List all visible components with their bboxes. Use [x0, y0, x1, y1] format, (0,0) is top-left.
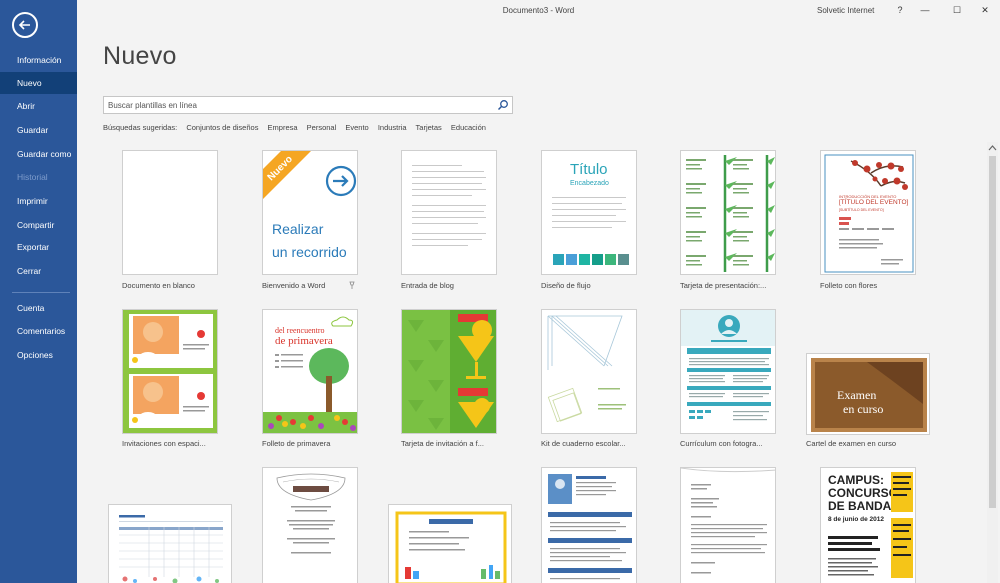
- template-letter[interactable]: [680, 467, 776, 583]
- band-contest-art: [828, 472, 913, 578]
- template-label: Kit de cuaderno escolar...: [541, 439, 626, 448]
- suggestion-educacion[interactable]: Educación: [451, 123, 486, 132]
- flyer-event-subtitle: [SUBTÍTULO DEL EVENTO]: [839, 208, 884, 212]
- kids-invitation-art: [395, 511, 507, 583]
- suggestion-industria[interactable]: Industria: [378, 123, 407, 132]
- nav-compartir[interactable]: Compartir: [0, 214, 77, 236]
- calendar-art: [119, 515, 223, 583]
- pin-icon[interactable]: [349, 281, 355, 289]
- template-decorative-header[interactable]: [262, 467, 358, 583]
- nav-historial: Historial: [17, 172, 48, 182]
- suggestion-personal[interactable]: Personal: [307, 123, 337, 132]
- welcome-line-1: Realizar: [272, 221, 324, 237]
- template-label: Folleto de primavera: [262, 439, 331, 448]
- suggestions-label: Búsquedas sugeridas:: [103, 123, 178, 132]
- template-exam-poster[interactable]: Examen en curso: [806, 353, 930, 435]
- cocktail-party-art: [402, 310, 496, 433]
- template-label: Documento en blanco: [122, 281, 195, 290]
- nav-exportar[interactable]: Exportar: [0, 236, 77, 258]
- template-kids-invitation[interactable]: [388, 504, 512, 583]
- suggestion-empresa[interactable]: Empresa: [268, 123, 298, 132]
- ornate-header-art: [276, 473, 346, 554]
- color-swatch: [618, 254, 629, 265]
- nav-imprimir[interactable]: Imprimir: [0, 190, 77, 212]
- account-name[interactable]: Solvetic Internet: [817, 6, 874, 15]
- color-swatch: [553, 254, 564, 265]
- nav-abrir[interactable]: Abrir: [0, 95, 77, 117]
- template-search-input[interactable]: [104, 97, 489, 113]
- nav-opciones[interactable]: Opciones: [0, 344, 77, 366]
- vertical-scrollbar[interactable]: [987, 142, 998, 583]
- template-business-cards[interactable]: [680, 150, 776, 275]
- help-button[interactable]: ?: [890, 2, 910, 18]
- nav-informacion[interactable]: Información: [0, 49, 77, 71]
- scroll-up-icon[interactable]: [988, 144, 997, 152]
- template-school-notebook[interactable]: [541, 309, 637, 434]
- template-label: Entrada de blog: [401, 281, 454, 290]
- nav-nuevo[interactable]: Nuevo: [0, 72, 77, 94]
- template-flow-design[interactable]: Título Encabezado: [541, 150, 637, 275]
- template-blue-resume[interactable]: [541, 467, 637, 583]
- template-spring-flyer[interactable]: del reencuentro de primavera: [262, 309, 358, 434]
- template-label: Cartel de examen en curso: [806, 439, 897, 448]
- nav-guardar-como[interactable]: Guardar como: [0, 143, 77, 165]
- template-flower-flyer[interactable]: INTRODUCCIÓN DEL EVENTO [TÍTULO DEL EVEN…: [820, 150, 916, 275]
- template-welcome-tour[interactable]: Nuevo Realizar un recorrido: [262, 150, 358, 275]
- close-button[interactable]: ✕: [975, 2, 995, 18]
- suggestion-tarjetas[interactable]: Tarjetas: [416, 123, 442, 132]
- template-cv-photo[interactable]: [680, 309, 776, 434]
- nav-cuenta[interactable]: Cuenta: [0, 297, 77, 319]
- nav-comentarios[interactable]: Comentarios: [0, 320, 77, 342]
- restore-button[interactable]: ☐: [947, 2, 967, 18]
- title-bar: Documento3 - Word Solvetic Internet ? — …: [77, 0, 1000, 22]
- back-arrow-icon: [18, 20, 30, 30]
- template-label: Tarjeta de presentación:...: [680, 281, 767, 290]
- template-blog-post[interactable]: [401, 150, 497, 275]
- template-blank-document[interactable]: [122, 150, 218, 275]
- nav-cerrar[interactable]: Cerrar: [0, 260, 77, 282]
- suggestion-conjuntos[interactable]: Conjuntos de diseños: [186, 123, 258, 132]
- scrollbar-thumb[interactable]: [989, 156, 996, 508]
- back-button[interactable]: [12, 12, 38, 38]
- blue-resume-art: [548, 474, 632, 580]
- template-band-contest[interactable]: CAMPUS: CONCURSO DE BANDAS 8 de junio de…: [820, 467, 916, 583]
- nav-guardar[interactable]: Guardar: [0, 119, 77, 141]
- bamboo-cards-art: [686, 155, 775, 272]
- sidebar-divider: [12, 292, 70, 293]
- search-icon[interactable]: [497, 99, 509, 111]
- flow-title: Título: [570, 161, 608, 178]
- flow-subtitle: Encabezado: [570, 180, 609, 187]
- template-label: Currículum con fotogra...: [680, 439, 763, 448]
- cv-photo-art: [681, 310, 775, 421]
- welcome-line-2: un recorrido: [272, 244, 347, 260]
- notebook-art: [547, 315, 626, 423]
- template-label: Folleto con flores: [820, 281, 878, 290]
- template-label: Bienvenido a Word: [262, 281, 326, 290]
- template-calendar[interactable]: [108, 504, 232, 583]
- color-swatch: [579, 254, 590, 265]
- template-label: Invitaciones con espaci...: [122, 439, 206, 448]
- exam-line-1: Examen: [837, 388, 877, 402]
- color-swatch: [605, 254, 616, 265]
- color-swatch: [566, 254, 577, 265]
- invitation-photos-art: [123, 310, 217, 433]
- page-title: Nuevo: [103, 42, 177, 70]
- minimize-button[interactable]: —: [915, 2, 935, 18]
- template-party-invitation[interactable]: [401, 309, 497, 434]
- template-invitations[interactable]: [122, 309, 218, 434]
- template-label: Tarjeta de invitación a f...: [401, 439, 484, 448]
- letter-art: [681, 468, 775, 574]
- template-search-box: [103, 96, 513, 114]
- spring-tree-art: [263, 316, 357, 433]
- color-swatch: [592, 254, 603, 265]
- cherry-blossom-art: [824, 154, 914, 273]
- template-label: Diseño de flujo: [541, 281, 591, 290]
- flyer-event-title: [TÍTULO DEL EVENTO]: [839, 199, 909, 206]
- exam-line-2: en curso: [843, 402, 884, 416]
- suggested-searches: Búsquedas sugeridas: Conjuntos de diseño…: [103, 123, 493, 132]
- suggestion-evento[interactable]: Evento: [345, 123, 368, 132]
- backstage-sidebar: Información Nuevo Abrir Guardar Guardar …: [0, 0, 77, 583]
